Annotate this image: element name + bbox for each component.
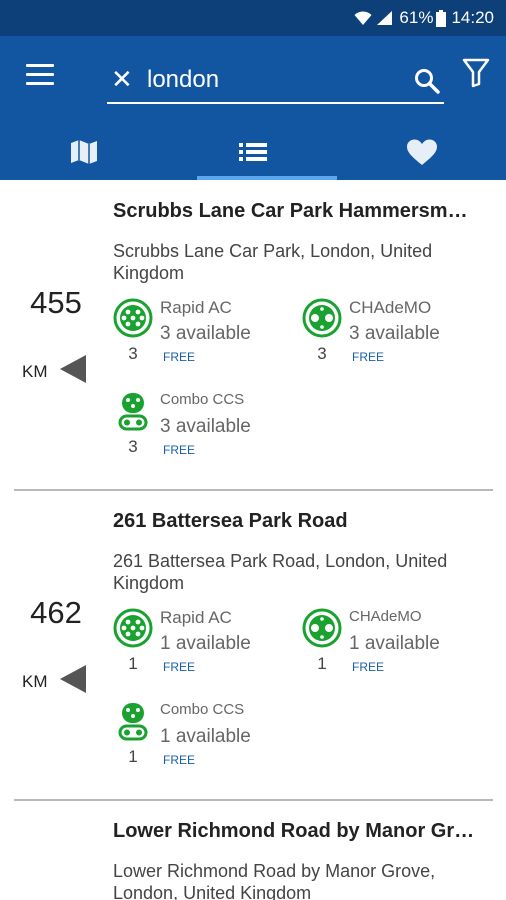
heart-icon [407, 139, 437, 165]
distance-value: 462 [30, 595, 82, 630]
connector-availability: 1 available [349, 633, 440, 654]
distance-value: 455 [30, 285, 82, 320]
distance-unit: KM [22, 672, 48, 691]
connector-item: 1 Combo CCS 1 available FREE [113, 701, 293, 781]
connector-item: 3 CHAdeMO 3 available FREE [302, 298, 482, 378]
battery-percent: 61% [399, 8, 434, 27]
connector-count: 3 [317, 344, 327, 363]
connector-count: 3 [128, 344, 138, 363]
connector-availability: 3 available [160, 416, 251, 437]
connector-availability: 1 available [160, 726, 251, 747]
connector-count: 1 [128, 747, 138, 766]
battery-icon [436, 9, 447, 27]
station-title: Lower Richmond Road by Manor Gr… [113, 820, 475, 842]
station-title: 261 Battersea Park Road [113, 510, 348, 532]
search-input[interactable] [147, 64, 397, 96]
connector-price: FREE [163, 350, 196, 364]
wifi-icon [354, 11, 372, 25]
connector-availability: 3 available [160, 323, 251, 344]
filter-icon[interactable] [462, 58, 490, 88]
map-icon [71, 140, 97, 164]
ccs-connector-icon [113, 701, 153, 741]
connector-count: 1 [317, 654, 327, 673]
connector-price: FREE [163, 660, 196, 674]
clock: 14:20 [451, 8, 494, 27]
menu-icon-line [26, 73, 54, 76]
distance-unit: KM [22, 362, 48, 381]
connector-name: Combo CCS [160, 391, 245, 408]
station-address: Scrubbs Lane Car Park, London, United Ki… [113, 241, 433, 283]
station-address: 261 Battersea Park Road, London, United … [113, 551, 448, 593]
connector-price: FREE [163, 753, 196, 767]
result-card[interactable]: Lower Richmond Road by Manor Gr… Lower R… [0, 801, 506, 900]
type2-connector-icon [113, 608, 153, 648]
menu-icon-line [26, 82, 54, 85]
tab-map[interactable] [0, 124, 168, 180]
connector-item: 1 CHAdeMO 1 available FREE [302, 608, 482, 688]
connector-item: 3 Rapid AC 3 available FREE [113, 298, 293, 378]
list-icon [239, 143, 267, 161]
ccs-connector-icon [113, 391, 153, 431]
connector-price: FREE [352, 350, 385, 364]
app-bar: ✕ [0, 36, 506, 180]
view-tabs [0, 124, 506, 180]
result-card[interactable]: Scrubbs Lane Car Park Hammersm… Scrubbs … [0, 180, 506, 492]
search-icon[interactable] [414, 68, 440, 94]
direction-arrow-icon [60, 355, 86, 383]
tab-list[interactable] [169, 124, 337, 180]
connector-count: 3 [128, 437, 138, 456]
tab-favorites[interactable] [338, 124, 506, 180]
connector-price: FREE [163, 443, 196, 457]
menu-icon [26, 64, 54, 67]
chademo-connector-icon [302, 608, 342, 648]
connector-price: FREE [352, 660, 385, 674]
connector-item: 3 Combo CCS 3 available FREE [113, 391, 293, 471]
connector-name: CHAdeMO [349, 608, 422, 625]
connector-name: Rapid AC [160, 298, 232, 317]
direction-arrow-icon [60, 665, 86, 693]
result-card[interactable]: 261 Battersea Park Road 261 Battersea Pa… [0, 491, 506, 800]
connector-name: Rapid AC [160, 608, 232, 627]
status-bar: 61% 14:20 [0, 0, 506, 36]
menu-button[interactable] [26, 64, 54, 86]
connector-availability: 3 available [349, 323, 440, 344]
station-title: Scrubbs Lane Car Park Hammersm… [113, 200, 468, 222]
connector-availability: 1 available [160, 633, 251, 654]
connector-item: 1 Rapid AC 1 available FREE [113, 608, 293, 688]
connector-name: Combo CCS [160, 701, 245, 718]
station-address: Lower Richmond Road by Manor Grove, Lond… [113, 861, 436, 900]
connector-name: CHAdeMO [349, 298, 432, 317]
clear-icon[interactable]: ✕ [111, 66, 133, 92]
type2-connector-icon [113, 298, 153, 338]
signal-icon [377, 11, 393, 25]
chademo-connector-icon [302, 298, 342, 338]
connector-count: 1 [128, 654, 138, 673]
search-bar: ✕ [107, 62, 444, 104]
